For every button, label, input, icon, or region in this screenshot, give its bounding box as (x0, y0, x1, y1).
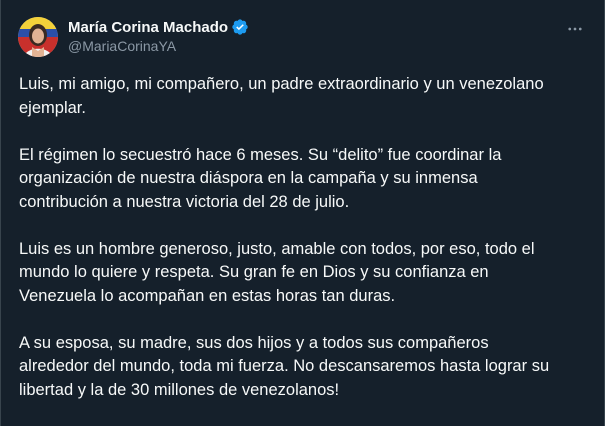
avatar[interactable] (18, 17, 58, 57)
tweet-text: Luis, mi amigo, mi compañero, un padre e… (19, 73, 589, 426)
author-names: María Corina Machado @MariaCorinaYA (68, 17, 249, 54)
tweet-paragraph: A su esposa, su madre, sus dos hijos y a… (19, 333, 550, 399)
avatar-image (18, 17, 58, 57)
name-row: María Corina Machado (68, 17, 249, 37)
tweet-card: María Corina Machado @MariaCorinaYA Luis… (0, 0, 605, 426)
tweet-header: María Corina Machado @MariaCorinaYA (18, 14, 590, 60)
verified-badge-icon (231, 18, 249, 36)
tweet-paragraph: El régimen lo secuestró hace 6 meses. Su… (19, 145, 502, 211)
tweet-paragraph: Luis es un hombre generoso, justo, amabl… (19, 239, 535, 305)
author-handle[interactable]: @MariaCorinaYA (68, 38, 249, 54)
author-display-name[interactable]: María Corina Machado (68, 19, 228, 36)
more-options-icon[interactable] (564, 18, 586, 40)
tweet-paragraph: Luis, mi amigo, mi compañero, un padre e… (19, 75, 544, 117)
